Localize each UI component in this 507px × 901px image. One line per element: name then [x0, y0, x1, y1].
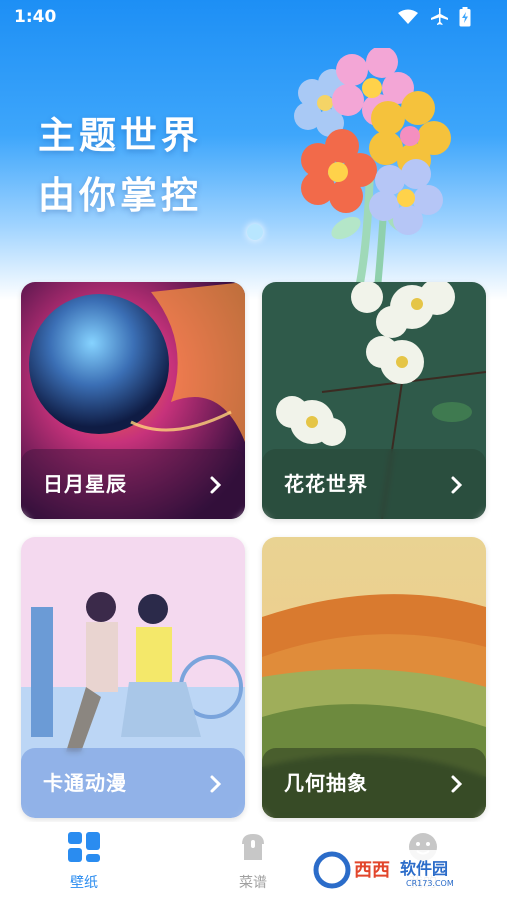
category-card-celestial[interactable]: 日月星辰 [21, 282, 245, 519]
battery-charging-icon [459, 7, 471, 27]
airplane-mode-icon [431, 8, 448, 25]
toast-icon [242, 834, 264, 860]
decorative-bubble [247, 224, 263, 240]
category-card-geometric[interactable]: 几何抽象 [262, 537, 486, 818]
svg-text:CR173.COM: CR173.COM [406, 879, 454, 888]
nav-item-wallpaper[interactable]: 壁纸 [44, 832, 124, 892]
svg-text:软件园: 软件园 [400, 859, 448, 878]
card-label: 花花世界 [284, 472, 368, 496]
card-label: 卡通动漫 [43, 771, 127, 795]
chevron-right-icon [210, 476, 222, 494]
nav-item-recipes[interactable]: 菜谱 [213, 832, 293, 892]
nav-label-recipes: 菜谱 [239, 875, 267, 891]
hero-line-1: 主题世界 [38, 114, 202, 157]
hero-headline: 主题世界 由你掌控 [38, 106, 202, 226]
status-bar: 1:40 [0, 0, 507, 36]
watermark-logo: 西西 软件园 CR173.COM [310, 848, 490, 892]
hero-line-2: 由你掌控 [38, 174, 202, 217]
nav-label-wallpaper: 壁纸 [70, 875, 98, 891]
chevron-right-icon [210, 775, 222, 793]
balloon-flowers-illustration [294, 48, 451, 284]
card-label: 日月星辰 [43, 472, 127, 496]
category-card-cartoon[interactable]: 卡通动漫 [21, 537, 245, 818]
svg-text:西西: 西西 [354, 860, 390, 881]
category-card-flowers[interactable]: 花花世界 [262, 282, 486, 519]
card-label: 几何抽象 [284, 771, 368, 795]
chevron-right-icon [451, 476, 463, 494]
grid-icon [68, 832, 100, 862]
status-time: 1:40 [14, 7, 57, 27]
wifi-icon [398, 9, 418, 24]
watermark-graphic: 西西 软件园 CR173.COM [310, 850, 488, 890]
chevron-right-icon [451, 775, 463, 793]
